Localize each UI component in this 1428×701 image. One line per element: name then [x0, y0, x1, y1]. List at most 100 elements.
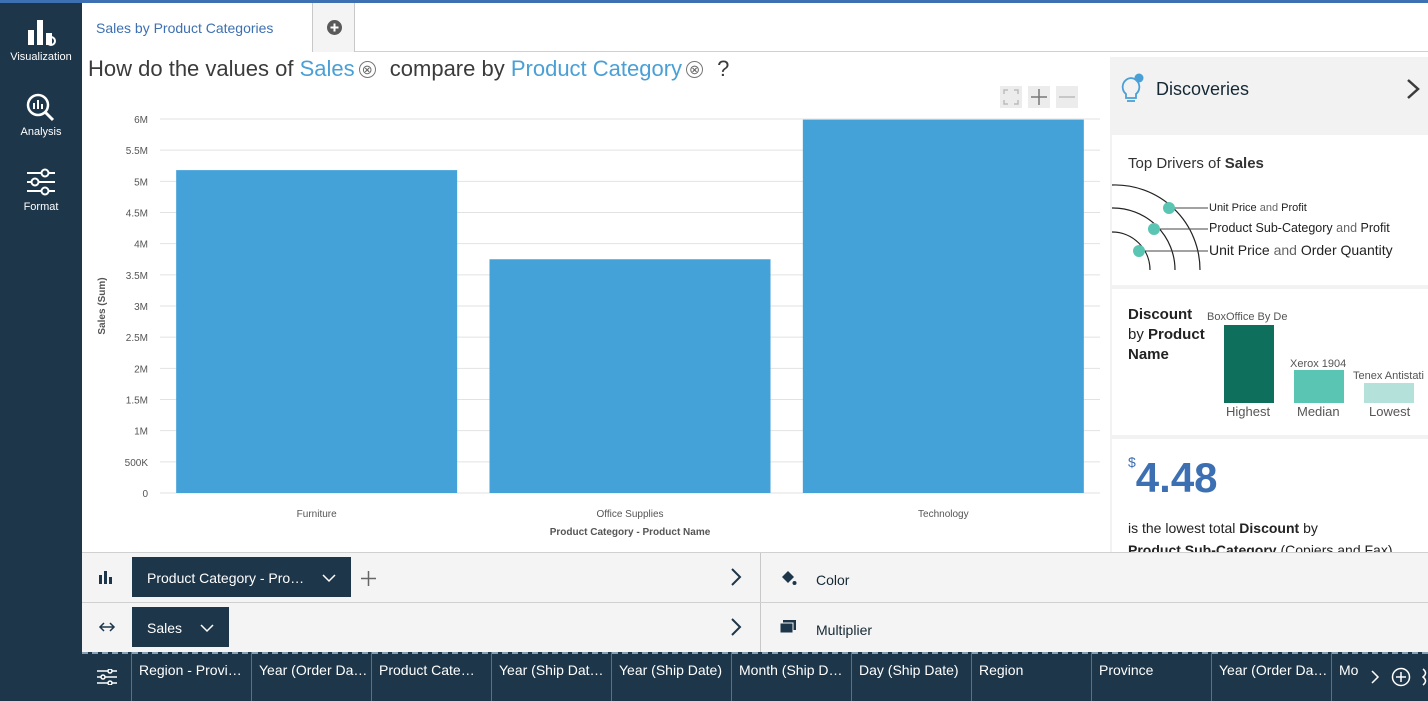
bar[interactable]	[489, 259, 771, 493]
driver-b: Profit	[1281, 202, 1307, 214]
drivers-arc-diagram	[1112, 184, 1208, 271]
left-rail: Visualization Analysis Format	[0, 3, 82, 701]
stat-text-by: by	[1303, 520, 1318, 536]
data-column-chip[interactable]: Year (Ship Dat…	[491, 652, 611, 701]
paint-bucket-icon	[782, 571, 797, 585]
sales-pill[interactable]: Sales	[132, 607, 229, 647]
y-tick-label: 1M	[134, 427, 148, 438]
stat-card[interactable]: $4.48 is the lowest total Discount by Pr…	[1112, 439, 1428, 552]
y-tick-label: 6M	[134, 115, 148, 126]
discoveries-panel: Discoveries Top Drivers of Sales Unit Pr…	[1110, 57, 1428, 552]
data-column-chip[interactable]: Day (Ship Date)	[851, 652, 971, 701]
discount-bar-name-median: Xerox 1904	[1290, 358, 1347, 370]
driver-a: Unit Price	[1209, 202, 1257, 214]
chevron-right-icon[interactable]	[1405, 77, 1421, 101]
driver-b: Profit	[1360, 221, 1390, 235]
y-tick-label: 1.5M	[126, 396, 148, 407]
discount-title-measure: Discount	[1128, 306, 1193, 323]
more-icon[interactable]	[1422, 667, 1428, 687]
y-tick-label: 500K	[125, 458, 149, 469]
y-tick-label: 2.5M	[126, 333, 148, 344]
tab-label: Sales by Product Categories	[96, 20, 274, 36]
chevron-right-icon[interactable]	[730, 617, 742, 637]
tab-sales-by-product-categories[interactable]: Sales by Product Categories	[82, 3, 313, 52]
pill-label: Sales	[147, 620, 183, 636]
data-column-chip[interactable]: Region - Provi…	[131, 652, 251, 701]
discount-card[interactable]: Discount by Product Name BoxOffice By De…	[1112, 289, 1428, 435]
multiplier-slot[interactable]: Multiplier	[816, 622, 872, 638]
chevron-right-icon[interactable]	[730, 567, 742, 587]
question-bar: How do the values of Sales ⊗ compare by P…	[88, 56, 729, 86]
data-column-chip[interactable]: Region	[971, 652, 1091, 701]
bar[interactable]	[176, 170, 458, 493]
analysis-magnifier-icon	[26, 93, 55, 122]
remove-dimension-icon[interactable]: ⊗	[686, 61, 704, 78]
chevron-down-icon[interactable]	[200, 624, 214, 633]
data-column-chip[interactable]: Year (Order Da…	[251, 652, 371, 701]
lightbulb-icon	[1121, 73, 1144, 102]
top-drivers-prefix: Top Drivers of	[1128, 155, 1221, 172]
y-axis-title: Sales (Sum)	[97, 277, 108, 334]
driver-and: and	[1273, 242, 1297, 258]
fit-to-screen-button[interactable]	[1000, 86, 1022, 108]
top-drivers-card[interactable]: Top Drivers of Sales Unit Price and Prof…	[1112, 135, 1428, 285]
discount-title-dim1: Product	[1148, 326, 1205, 343]
x-axis-shelf: Product Category - Pro… Color	[82, 552, 1428, 603]
y-tick-label: 2M	[134, 364, 148, 375]
discount-title-by: by	[1128, 326, 1144, 343]
stat-value: $4.48	[1128, 454, 1218, 502]
add-tab-button[interactable]	[313, 3, 355, 52]
discount-bar-highest	[1224, 325, 1274, 403]
discoveries-title: Discoveries	[1156, 79, 1250, 99]
product-category-pill[interactable]: Product Category - Pro…	[132, 557, 352, 597]
add-field-plus-icon[interactable]	[361, 571, 376, 586]
driver-b: Order Quantity	[1300, 242, 1393, 258]
discount-bar-lowest	[1364, 383, 1414, 403]
measure-token[interactable]: Sales	[300, 56, 355, 81]
color-slot[interactable]: Color	[816, 572, 849, 588]
data-column-chip[interactable]: Province	[1091, 652, 1211, 701]
driver-and: and	[1259, 202, 1279, 214]
zoom-in-button[interactable]	[1028, 86, 1050, 108]
stat-text: is the lowest total Discount by Product …	[1128, 517, 1418, 552]
sliders-icon[interactable]	[97, 669, 117, 685]
bar-chart-icon	[28, 20, 56, 46]
analysis-label: Analysis	[20, 126, 62, 138]
data-column-chip[interactable]: Year (Order Da…	[1211, 652, 1331, 701]
format-button[interactable]: Format	[0, 167, 82, 237]
driver-item-2: Product Sub-Category and Profit	[1209, 221, 1390, 235]
bar[interactable]	[802, 119, 1084, 493]
stat-text-prefix: is the lowest total	[1128, 520, 1236, 536]
chevron-down-icon[interactable]	[322, 574, 336, 583]
driver-item-1: Unit Price and Profit	[1209, 202, 1307, 214]
x-tick-label: Technology	[918, 509, 969, 520]
format-label: Format	[23, 201, 59, 213]
add-circle-icon[interactable]	[1391, 667, 1411, 687]
data-column-chip[interactable]: Mo	[1331, 652, 1371, 701]
stat-text-measure: Discount	[1239, 520, 1300, 536]
data-column-chip[interactable]: Product Cate…	[371, 652, 491, 701]
chevron-right-icon[interactable]	[1370, 669, 1380, 685]
stat-text-dimension: Product Sub-Category	[1128, 542, 1277, 552]
discount-bar-median	[1294, 370, 1344, 403]
minus-icon	[1059, 96, 1075, 98]
data-column-chip[interactable]: Year (Ship Date)	[611, 652, 731, 701]
y-tick-label: 0	[142, 489, 148, 500]
analysis-button[interactable]: Analysis	[0, 92, 82, 162]
plus-circle-icon	[327, 20, 342, 35]
x-tick-label: Office Supplies	[596, 509, 663, 520]
visualization-button[interactable]: Visualization	[0, 17, 82, 87]
remove-measure-icon[interactable]: ⊗	[358, 61, 376, 78]
y-tick-label: 3M	[134, 302, 148, 313]
driver-a: Product Sub-Category	[1209, 221, 1333, 235]
data-column-chip[interactable]: Month (Ship D…	[731, 652, 851, 701]
discount-bar-name-highest: BoxOffice By De	[1207, 311, 1288, 323]
stat-number: 4.48	[1135, 454, 1218, 501]
zoom-out-button[interactable]	[1056, 86, 1078, 108]
y-tick-label: 4.5M	[126, 209, 148, 220]
y-tick-label: 3.5M	[126, 271, 148, 282]
discount-caption-lowest: Lowest	[1369, 404, 1411, 419]
sliders-icon	[27, 168, 55, 196]
discount-title: Discount by Product Name	[1128, 305, 1205, 365]
dimension-token[interactable]: Product Category	[511, 56, 682, 81]
